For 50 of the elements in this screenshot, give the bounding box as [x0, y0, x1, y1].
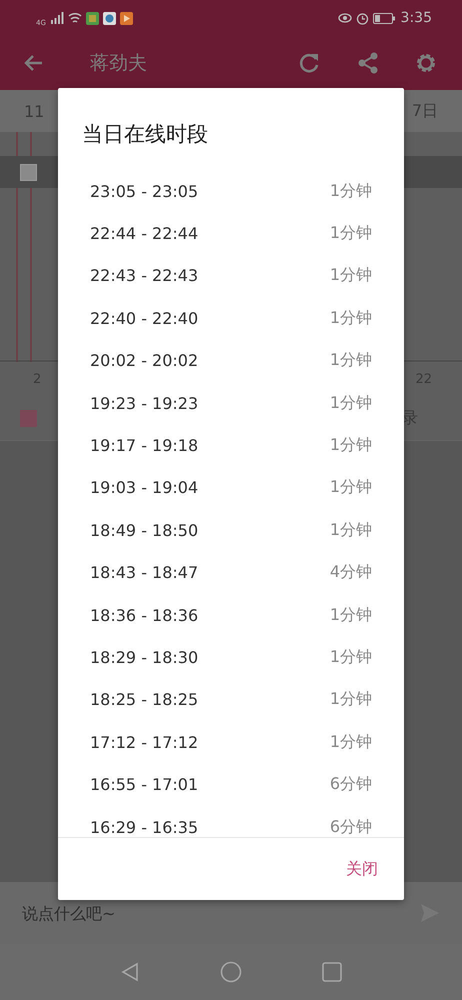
- recents-icon[interactable]: [321, 961, 343, 983]
- time-range: 18:43 - 18:47: [90, 563, 198, 582]
- time-range: 23:05 - 23:05: [90, 182, 198, 201]
- duration: 1分钟: [330, 520, 372, 541]
- duration: 1分钟: [330, 646, 372, 668]
- duration: 1分钟: [330, 265, 372, 286]
- wifi-icon: [68, 12, 82, 24]
- time-range: 22:44 - 22:44: [90, 224, 198, 244]
- settings-icon[interactable]: [414, 51, 438, 75]
- battery-icon: [372, 12, 395, 24]
- time-range: 18:29 - 18:30: [90, 648, 198, 667]
- duration: 1分钟: [330, 308, 372, 329]
- time-range: 18:36 - 18:36: [90, 606, 198, 625]
- play-app-icon: [120, 12, 133, 24]
- duration: 1分钟: [330, 350, 372, 372]
- duration: 4分钟: [330, 562, 372, 584]
- time-range: 16:55 - 17:01: [90, 775, 198, 794]
- duration: 1分钟: [330, 732, 372, 753]
- page-title: 蒋劲夫: [90, 51, 147, 76]
- time-range: 22:43 - 22:43: [90, 266, 198, 286]
- duration: 1分钟: [330, 180, 372, 202]
- alarm-icon: [356, 12, 369, 24]
- time-range: 22:40 - 22:40: [90, 308, 198, 328]
- duration: 1分钟: [330, 477, 372, 498]
- time-range: 17:12 - 17:12: [90, 732, 198, 752]
- app-icon: [86, 12, 99, 24]
- signal-icon: [50, 12, 64, 24]
- clock-time: 3:35: [400, 10, 432, 26]
- duration: 6分钟: [330, 774, 372, 796]
- time-range: 18:25 - 18:25: [90, 690, 198, 710]
- duration: 6分钟: [330, 816, 372, 837]
- duration: 1分钟: [330, 223, 372, 244]
- legend-checkbox[interactable]: [20, 164, 37, 180]
- dialog-title: 当日在线时段: [81, 121, 209, 148]
- duration: 1分钟: [330, 435, 372, 456]
- duration: 1分钟: [330, 604, 372, 626]
- share-icon[interactable]: [356, 51, 380, 75]
- time-range: 19:03 - 19:04: [90, 478, 198, 498]
- home-icon[interactable]: [220, 961, 242, 983]
- app-icon: [102, 12, 116, 24]
- duration: 1分钟: [330, 689, 372, 710]
- duration: 1分钟: [330, 392, 372, 414]
- legend-swatch: [20, 410, 37, 426]
- time-range: 18:49 - 18:50: [90, 520, 198, 540]
- time-range: 16:29 - 16:35: [90, 818, 198, 837]
- eye-icon: [338, 12, 352, 24]
- back-icon[interactable]: [119, 961, 141, 983]
- time-range: 19:17 - 19:18: [90, 436, 198, 456]
- time-range: 19:23 - 19:23: [90, 394, 198, 413]
- time-range: 20:02 - 20:02: [90, 351, 198, 370]
